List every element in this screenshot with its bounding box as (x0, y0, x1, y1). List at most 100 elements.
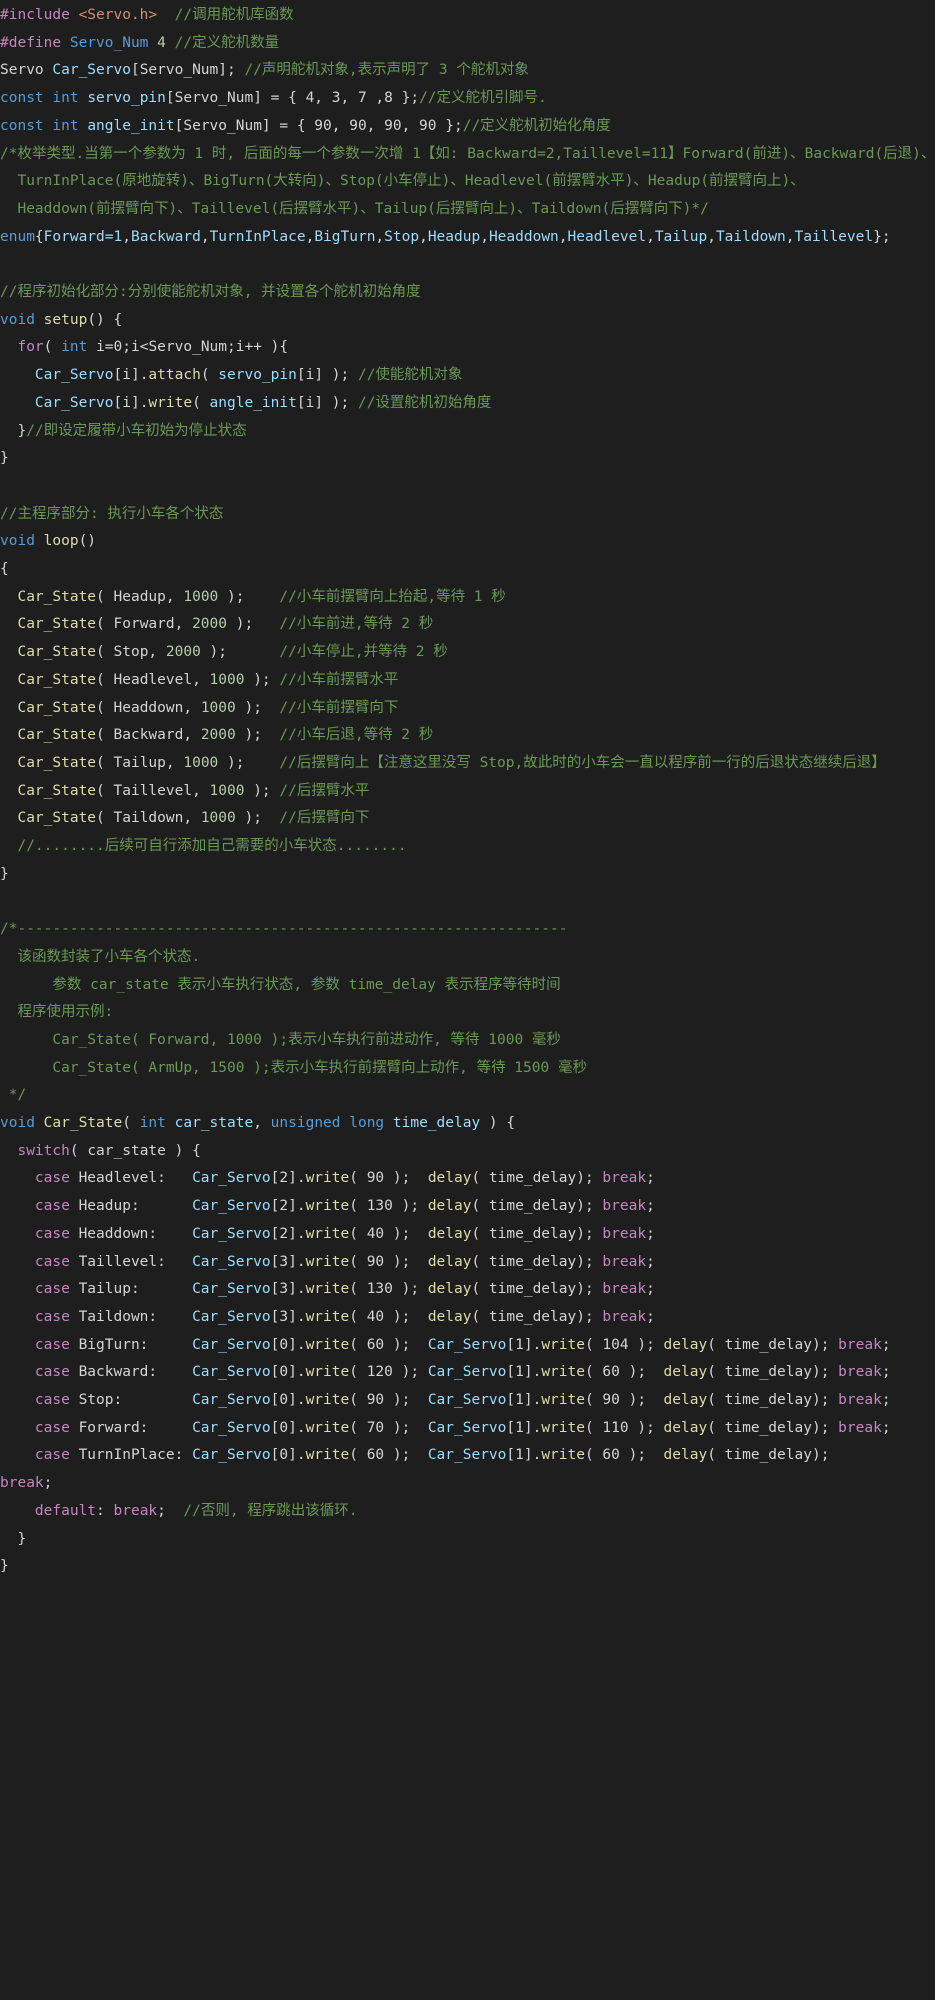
code-token-comment: Headdown(前摆臂向下)、Taillevel(后摆臂水平)、Tailup(… (0, 200, 709, 217)
code-token-text: ( time_delay); (707, 1336, 839, 1353)
code-token-keyword: void (0, 311, 44, 328)
code-token-keyword: void (0, 533, 44, 550)
code-editor[interactable]: #include <Servo.h> //调用舵机库函数 #define Serv… (0, 0, 935, 2000)
code-token-var: Car_Servo (192, 1308, 271, 1325)
code-token-text: () (78, 533, 97, 550)
code-token-var: Headup (427, 228, 481, 245)
code-token-var: Car_Servo (192, 1170, 271, 1187)
code-token-func: write (305, 1336, 350, 1353)
code-token-comment: 程序使用示例: (0, 1004, 114, 1021)
code-token-text: ( Headdown, (96, 699, 201, 716)
code-token-control: case (34, 1364, 79, 1381)
code-token-func: Car_State (17, 616, 97, 633)
code-token-text: { (34, 228, 44, 245)
code-token-text: { (0, 561, 9, 577)
code-token-var: servo_pin (218, 367, 297, 384)
code-token-var: Car_Servo (52, 62, 131, 79)
code-token-control: break (0, 1475, 44, 1492)
code-token-text: [1]. (506, 1392, 542, 1408)
code-token-text: ( 60 ); (349, 1447, 428, 1464)
code-token-number: 1000 (209, 782, 245, 799)
code-token-text: , (253, 1115, 271, 1131)
code-line: case Taildown: Car_Servo[3].write( 40 );… (0, 1305, 935, 1329)
code-token-text: Taildown: (78, 1308, 193, 1325)
code-token-text: ( Headlevel, (96, 671, 210, 688)
code-token-control: case (34, 1253, 79, 1270)
code-token-var: Car_Servo (192, 1447, 271, 1464)
code-token-text: ; (881, 1419, 891, 1436)
code-token-text: ( 60 ); (584, 1447, 664, 1464)
code-token-control: break (602, 1281, 647, 1298)
code-token-text: () { (87, 311, 123, 328)
code-token-var: angle_init (87, 117, 175, 134)
code-token-var: Car_Servo (192, 1281, 271, 1298)
code-token-number: 1000 (209, 671, 245, 688)
code-line: #include <Servo.h> //调用舵机库函数 (0, 3, 935, 27)
code-token-func: loop (43, 533, 79, 550)
code-token-control: break (602, 1308, 647, 1325)
code-line: Car_State( Tailup, 1000 ); //后摆臂向上【注意这里没… (0, 751, 935, 775)
code-token-keyword: const int (0, 90, 88, 107)
code-token-text: ( 110 ); (584, 1419, 664, 1436)
code-token-text: ; (881, 1364, 891, 1381)
code-line: case Stop: Car_Servo[0].write( 90 ); Car… (0, 1388, 935, 1412)
code-token-text: [1]. (506, 1447, 542, 1464)
code-token-var: Headlevel (567, 228, 647, 245)
code-token-func: write (305, 1225, 350, 1242)
code-token-text: BigTurn: (78, 1336, 193, 1353)
code-token-text: [2]. (270, 1170, 306, 1187)
code-token-func: Car_State (17, 588, 97, 605)
code-token-text: ( 104 ); (584, 1336, 664, 1353)
code-token-control: break (602, 1225, 647, 1242)
code-token-var: Backward (130, 228, 201, 245)
code-token-text: ( Taillevel, (96, 782, 210, 799)
code-line: Car_State( Headup, 1000 ); //小车前摆臂向上抬起,等… (0, 585, 935, 609)
code-token-text: ( time_delay); (707, 1447, 830, 1464)
code-token-text: ); (227, 616, 280, 633)
code-token-control: switch (17, 1142, 70, 1159)
code-token-comment: Car_State( Forward, 1000 );表示小车执行前进动作, 等… (0, 1031, 561, 1048)
code-token-text: ); (235, 699, 280, 716)
code-token-text: ( Backward, (96, 727, 201, 744)
code-token-text: [0]. (270, 1419, 306, 1436)
code-token-var: TurnInPlace (209, 228, 306, 245)
code-token-text: [i] ); (296, 367, 358, 384)
code-token-text: ( 130 ); (349, 1198, 428, 1215)
code-token-text: [Servo_Num]; (130, 62, 245, 79)
code-line: /*枚举类型.当第一个参数为 1 时, 后面的每一个参数一次增 1【如: Bac… (0, 142, 935, 166)
code-token-text: [Servo_Num] = { 4, 3, 7 ,8 }; (165, 90, 420, 107)
code-token-text: , (646, 228, 655, 245)
code-token-comment: //后摆臂向上【注意这里没写 Stop,故此时的小车会一直以程序前一行的后退状态… (279, 754, 886, 771)
code-line: void Car_State( int car_state, unsigned … (0, 1111, 935, 1135)
code-line: void loop() (0, 529, 935, 553)
code-token-func: write (541, 1392, 585, 1408)
code-line: */ (0, 1083, 935, 1107)
code-line: #define Servo_Num 4 //定义舵机数量 (0, 31, 935, 55)
code-token-text: ( Stop, (96, 644, 166, 661)
code-token-comment: 该函数封装了小车各个状态. (0, 948, 201, 965)
code-token-text: ( time_delay); (471, 1225, 603, 1242)
code-token-text: ( Taildown, (96, 810, 201, 827)
code-token-func: write (305, 1419, 350, 1436)
code-token-text: ( Tailup, (96, 754, 184, 771)
code-token-text: [i]. (113, 394, 149, 411)
code-token-text: ( time_delay); (471, 1281, 603, 1298)
code-token-text: ); (235, 727, 280, 744)
code-token-var: Car_Servo (192, 1364, 271, 1381)
code-token-control: case (34, 1392, 79, 1408)
code-token-text: ( 90 ); (349, 1170, 428, 1187)
code-token-var: Taillevel (794, 228, 874, 245)
code-token-text: ( (43, 339, 62, 356)
code-token-text: ( time_delay); (471, 1170, 603, 1187)
code-token-text: ; (881, 1392, 891, 1408)
code-line: } (0, 446, 935, 470)
